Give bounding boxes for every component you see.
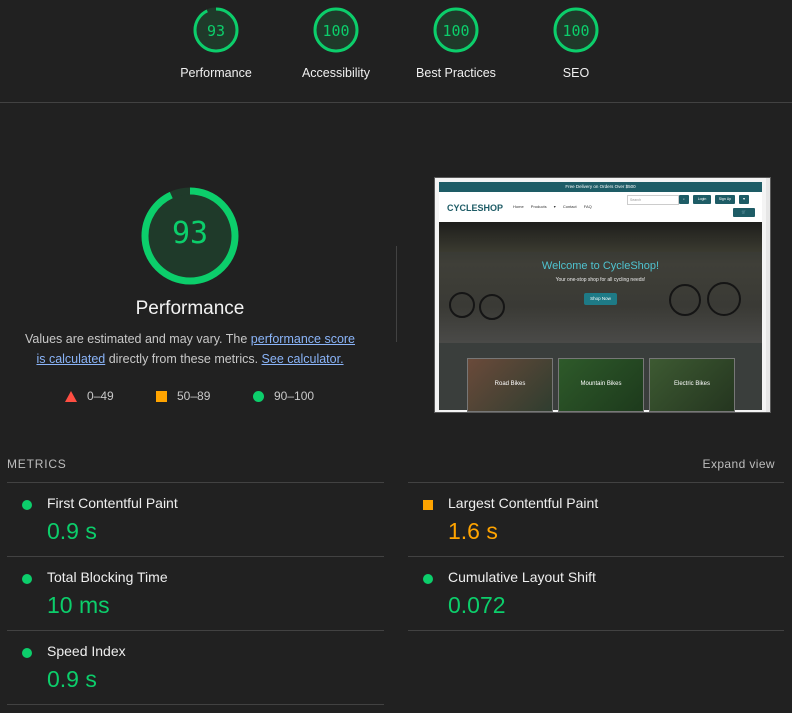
metric-value: 0.072 (448, 592, 506, 618)
card-label: Mountain Bikes (580, 381, 622, 387)
score-value: 100 (322, 22, 350, 40)
metric-divider (408, 630, 784, 631)
triangle-icon (65, 390, 77, 402)
pass-icon (22, 574, 32, 584)
metrics-header: METRICS (7, 457, 67, 471)
legend-average-label: 50–89 (177, 389, 211, 403)
bike-wheel (479, 294, 505, 320)
shot-card-mountain: Mountain Bikes (558, 358, 644, 412)
category-label: Best Practices (416, 66, 496, 80)
shot-nav-link: Contact (562, 204, 577, 209)
category-label: Performance (180, 66, 252, 80)
shot-nav-link: Products ▾ (530, 204, 556, 209)
metric-value: 0.9 s (47, 666, 97, 692)
pass-icon (22, 500, 32, 510)
gauge-best-practices[interactable]: 100 Best Practices (396, 6, 516, 80)
shot-banner: Free Delivery on Orders Over $500 (439, 182, 762, 192)
performance-title: Performance (135, 298, 245, 319)
metric-name: Speed Index (47, 643, 126, 659)
category-scores-bar: 93 Performance 100 Accessibility 100 Bes… (0, 0, 792, 103)
expand-view-toggle[interactable]: Expand view (703, 457, 775, 471)
score-value: 93 (206, 22, 226, 40)
divider (396, 246, 397, 342)
shot-hero-button: Shop Now (584, 293, 617, 305)
shot-categories: Road Bikes Mountain Bikes Electric Bikes (439, 343, 762, 412)
performance-gauge: 93 (140, 186, 240, 286)
score-value: 100 (562, 22, 590, 40)
shot-card-electric: Electric Bikes (649, 358, 735, 412)
shot-nav-link: FAQ (583, 204, 592, 209)
metric-value: 1.6 s (448, 518, 498, 544)
metric-tbt: Total Blocking Time 10 ms (7, 556, 384, 630)
shot-signup: Sign Up (715, 195, 735, 204)
bike-wheel (707, 282, 741, 316)
legend-pass-label: 90–100 (274, 389, 315, 403)
card-label: Electric Bikes (673, 381, 710, 387)
gauge-accessibility[interactable]: 100 Accessibility (276, 6, 396, 80)
circle-icon (253, 390, 264, 402)
search-icon: ⌕ (679, 195, 689, 204)
metric-name: Cumulative Layout Shift (448, 569, 596, 585)
final-screenshot[interactable]: Free Delivery on Orders Over $500 CYCLES… (434, 177, 771, 413)
shot-search: Search (627, 195, 679, 205)
category-label: Accessibility (301, 66, 371, 80)
square-icon (156, 390, 167, 402)
heart-icon: ♥ (739, 195, 749, 204)
bike-wheel (669, 284, 701, 316)
gauge-seo[interactable]: 100 SEO (516, 6, 636, 80)
shot-nav-links: Home Products ▾ Contact FAQ (513, 204, 592, 209)
cart-icon: 🛒 (733, 208, 755, 217)
see-calculator-link[interactable]: See calculator. (262, 352, 344, 366)
metric-cls: Cumulative Layout Shift 0.072 (408, 556, 784, 630)
metric-fcp: First Contentful Paint 0.9 s (7, 482, 384, 556)
metric-name: First Contentful Paint (47, 495, 178, 511)
pass-icon (22, 648, 32, 658)
performance-note: Values are estimated and may vary. The p… (20, 330, 360, 369)
note-text: directly from these metrics. (105, 351, 262, 366)
metric-name: Total Blocking Time (47, 569, 168, 585)
shot-navbar: CYCLESHOP Home Products ▾ Contact FAQ Se… (439, 192, 762, 222)
card-label: Road Bikes (494, 381, 526, 387)
legend-fail-label: 0–49 (87, 389, 114, 403)
legend-pass: 90–100 (253, 389, 314, 403)
legend-average: 50–89 (156, 389, 210, 403)
note-text: Values are estimated and may vary. The (24, 332, 251, 346)
shot-hero-subtitle: Your one-stop shop for all cycling needs… (555, 277, 646, 283)
gauge-performance[interactable]: 93 Performance (156, 6, 276, 80)
shot-hero: Welcome to CycleShop! Your one-stop shop… (439, 222, 762, 343)
metric-si: Speed Index 0.9 s (7, 630, 384, 705)
metric-name: Largest Contentful Paint (448, 495, 599, 511)
metric-value: 0.9 s (47, 518, 97, 544)
metric-lcp: Largest Contentful Paint 1.6 s (408, 482, 784, 556)
shot-hero-title: Welcome to CycleShop! (541, 260, 660, 272)
performance-score: 93 (171, 216, 209, 251)
shot-scrollbar (766, 178, 770, 412)
shot-nav-link: Home (513, 204, 524, 209)
category-label: SEO (562, 66, 590, 80)
shot-logo: CYCLESHOP (447, 203, 504, 213)
shot-ceiling (439, 222, 762, 252)
bike-wheel (449, 292, 475, 318)
legend-fail: 0–49 (65, 389, 114, 403)
shot-card-road: Road Bikes (467, 358, 553, 412)
metric-value: 10 ms (47, 592, 110, 618)
shot-login: Login (693, 195, 711, 204)
average-icon (423, 500, 433, 510)
pass-icon (423, 574, 433, 584)
score-value: 100 (442, 22, 470, 40)
